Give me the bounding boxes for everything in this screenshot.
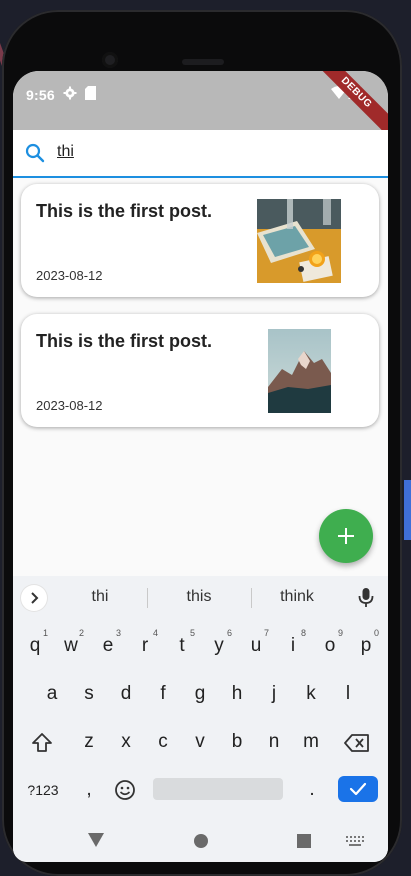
period-key[interactable]: . [297, 770, 327, 810]
key-hint: 8 [301, 628, 307, 638]
post-thumbnail-food [257, 199, 341, 283]
suggestion-strip: thi this think [13, 576, 388, 618]
backspace-icon[interactable] [344, 733, 370, 758]
chevron-right-icon[interactable] [21, 585, 47, 611]
key-b[interactable]: b [222, 722, 252, 762]
sd-card-icon [85, 86, 96, 105]
key-m[interactable]: m [296, 722, 326, 762]
settings-icon [63, 86, 77, 105]
comma-key[interactable]: , [74, 770, 104, 810]
key-v[interactable]: v [185, 722, 215, 762]
recents-icon[interactable] [296, 833, 312, 854]
post-title: This is the first post. [36, 331, 213, 351]
key-hint: 1 [43, 628, 49, 638]
front-camera [102, 52, 118, 68]
key-j[interactable]: j [259, 674, 289, 714]
key-x[interactable]: x [111, 722, 141, 762]
symbols-key[interactable]: ?123 [21, 770, 65, 810]
key-n[interactable]: n [259, 722, 289, 762]
key-k[interactable]: k [296, 674, 326, 714]
suggestion-3[interactable]: think [271, 588, 323, 606]
key-hint: 4 [153, 628, 159, 638]
key-hint: 3 [116, 628, 122, 638]
key-l[interactable]: l [333, 674, 363, 714]
post-card[interactable]: This is the first post. 2023-08-12 [21, 184, 379, 297]
divider [251, 588, 252, 608]
post-title: This is the first post. [36, 201, 213, 221]
suggestion-2[interactable]: this [173, 588, 225, 606]
space-bar[interactable] [153, 778, 283, 800]
post-date: 2023-08-12 [36, 268, 103, 283]
search-input[interactable] [57, 139, 367, 165]
key-hint: 7 [264, 628, 270, 638]
key-g[interactable]: g [185, 674, 215, 714]
divider [147, 588, 148, 608]
microphone-icon[interactable] [355, 586, 377, 613]
key-h[interactable]: h [222, 674, 252, 714]
back-icon[interactable] [87, 832, 105, 853]
keyboard-switch-icon[interactable] [346, 835, 364, 853]
key-hint: 9 [338, 628, 344, 638]
add-post-button[interactable] [319, 509, 373, 563]
post-date: 2023-08-12 [36, 398, 103, 413]
search-icon[interactable] [25, 143, 45, 168]
key-hint: 0 [374, 628, 380, 638]
soft-keyboard: thi this think q 1 w 2 e 3 r 4 t 5 y 6 u… [13, 576, 388, 816]
key-c[interactable]: c [148, 722, 178, 762]
key-hint: 6 [227, 628, 233, 638]
emoji-icon[interactable] [114, 779, 136, 806]
key-d[interactable]: d [111, 674, 141, 714]
earpiece-speaker [182, 59, 224, 65]
key-hint: 2 [79, 628, 85, 638]
search-bar [13, 130, 388, 178]
post-card[interactable]: This is the first post. 2023-08-12 [21, 314, 379, 427]
navigation-bar [13, 816, 388, 862]
background-accent-right [404, 480, 411, 540]
home-icon[interactable] [193, 833, 209, 854]
enter-key[interactable] [338, 776, 378, 802]
key-s[interactable]: s [74, 674, 104, 714]
suggestion-1[interactable]: thi [75, 588, 125, 606]
key-hint: 5 [190, 628, 196, 638]
key-a[interactable]: a [37, 674, 67, 714]
status-bar: 9:56 DEBUG [13, 71, 388, 142]
app-screen: 9:56 DEBUG This is the first post. 2023-… [13, 71, 388, 862]
status-time: 9:56 [26, 87, 55, 103]
shift-icon[interactable] [30, 731, 54, 760]
key-f[interactable]: f [148, 674, 178, 714]
key-z[interactable]: z [74, 722, 104, 762]
post-thumbnail-mountain [268, 329, 331, 413]
